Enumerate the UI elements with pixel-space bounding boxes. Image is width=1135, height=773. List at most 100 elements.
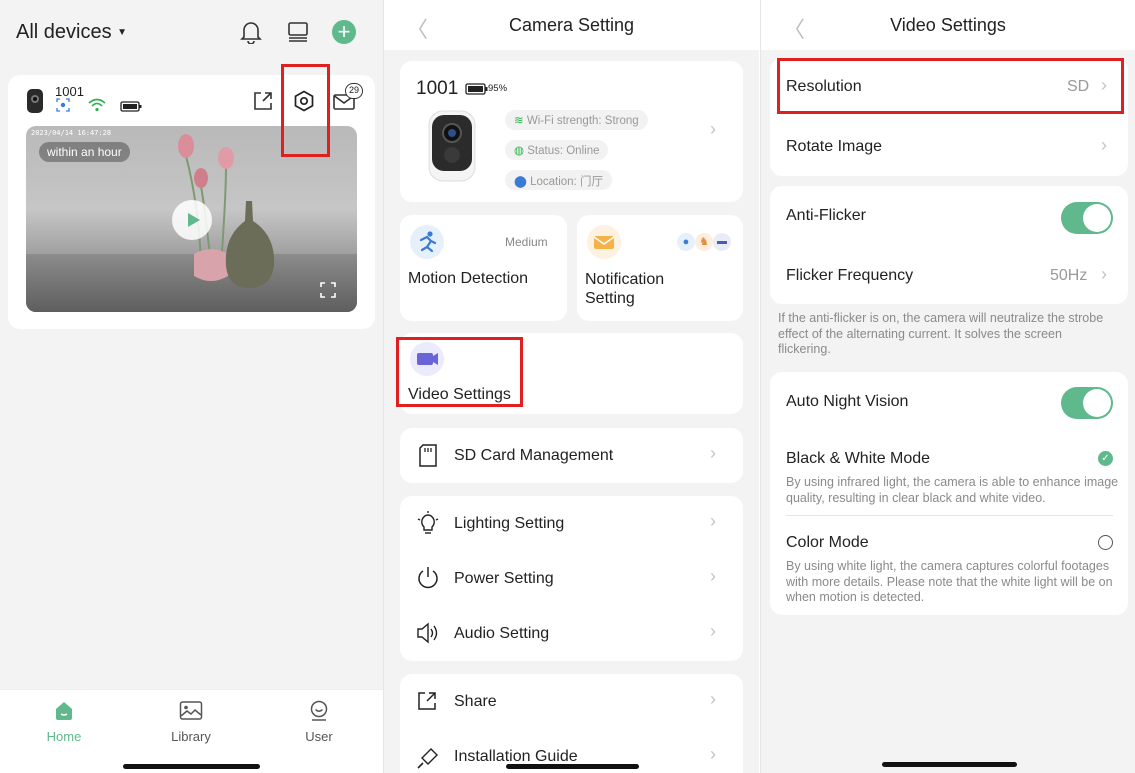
- chevron-right-icon: ›: [1101, 135, 1107, 155]
- color-mode-option[interactable]: Color Mode By using white light, the cam…: [770, 522, 1128, 607]
- chevron-right-icon: ›: [710, 443, 716, 463]
- battery-level: 95%: [488, 83, 508, 94]
- device-settings-group: Lighting Setting › Power Setting › Audio…: [400, 496, 743, 661]
- motion-level: Medium: [505, 235, 548, 249]
- flicker-frequency-row[interactable]: Flicker Frequency 50Hz ›: [770, 246, 1128, 304]
- tab-home-label: Home: [46, 729, 82, 744]
- notification-setting-card[interactable]: ● ♞ ▬ Notification Setting: [577, 215, 743, 321]
- envelope-icon: [593, 236, 615, 249]
- chevron-right-icon: ›: [710, 744, 716, 764]
- video-settings-panel: 〈 Video Settings Resolution SD › Rotate …: [760, 0, 1135, 773]
- home-indicator: [123, 764, 260, 769]
- device-name: 1001: [55, 84, 84, 99]
- device-name: 1001: [416, 78, 459, 99]
- anti-flicker-note: If the anti-flicker is on, the camera wi…: [778, 311, 1104, 356]
- home-header: All devices ▼ +: [0, 0, 383, 60]
- status-icon: ◍: [514, 145, 525, 157]
- highlight-settings-icon: [281, 64, 330, 157]
- bottom-tab-bar: Home Library User: [0, 689, 383, 773]
- audio-setting-row[interactable]: Audio Setting ›: [400, 606, 743, 661]
- bell-icon[interactable]: [240, 20, 262, 44]
- page-title: Video Settings: [890, 15, 1006, 35]
- wifi-strength-pill: ≋ Wi-Fi strength: Strong: [505, 110, 648, 130]
- color-mode-desc: By using white light, the camera capture…: [786, 559, 1113, 604]
- wifi-icon: ≋: [514, 115, 524, 127]
- page-title: Camera Setting: [508, 15, 635, 35]
- bw-mode-label: Black & White Mode: [786, 450, 931, 467]
- battery-icon: [120, 101, 142, 112]
- motion-detection-card[interactable]: Medium Motion Detection: [400, 215, 567, 321]
- anti-flicker-toggle[interactable]: [1061, 202, 1113, 234]
- library-icon: [179, 701, 203, 720]
- lighting-setting-label: Lighting Setting: [454, 515, 565, 532]
- message-count-badge: 29: [345, 83, 363, 99]
- audio-setting-label: Audio Setting: [454, 625, 550, 642]
- bw-mode-desc: By using infrared light, the camera is a…: [786, 475, 1119, 505]
- checkmark-selected-icon: ✓: [1098, 451, 1113, 466]
- anti-flicker-label: Anti-Flicker: [786, 207, 867, 224]
- location-pill: ⬤ Location: 门厅: [505, 170, 612, 190]
- wifi-strength-text: Wi-Fi strength: Strong: [526, 115, 639, 127]
- power-icon: [418, 567, 438, 589]
- preview-timestamp: 2023/04/14 16:47:28: [31, 129, 112, 137]
- chevron-right-icon: ›: [710, 621, 716, 641]
- night-vision-group: Auto Night Vision Black & White Mode ✓ B…: [770, 372, 1128, 615]
- anti-flicker-row: Anti-Flicker: [770, 186, 1128, 244]
- user-icon: [310, 700, 328, 721]
- battery-icon: [465, 83, 488, 95]
- wifi-icon: [88, 98, 106, 112]
- device-info-card[interactable]: 1001 95% ≋ Wi-Fi strength: Strong ◍ Stat…: [400, 61, 743, 202]
- devices-dropdown[interactable]: All devices ▼: [16, 21, 127, 44]
- power-setting-row[interactable]: Power Setting ›: [400, 551, 743, 606]
- tab-library[interactable]: Library: [161, 700, 221, 744]
- location-pin-icon: ⬤: [514, 176, 527, 188]
- chevron-right-icon: ›: [710, 511, 716, 531]
- fullscreen-icon[interactable]: [320, 282, 336, 298]
- tab-user[interactable]: User: [289, 700, 349, 744]
- notification-setting-label: Notification Setting: [585, 271, 665, 307]
- color-mode-label: Color Mode: [786, 534, 869, 551]
- multi-view-icon[interactable]: [287, 21, 309, 43]
- tab-user-label: User: [305, 729, 333, 744]
- camera-setting-panel: 〈 Camera Setting 1001 95% ≋ Wi-Fi streng…: [383, 0, 759, 773]
- lighting-setting-row[interactable]: Lighting Setting ›: [400, 496, 743, 551]
- add-device-button[interactable]: +: [332, 20, 356, 44]
- person-icon: ●: [677, 233, 695, 251]
- motion-detection-label: Motion Detection: [408, 270, 529, 287]
- status-text: Status: Online: [527, 145, 600, 157]
- share-icon[interactable]: [253, 91, 273, 111]
- light-bulb-icon: [417, 511, 439, 534]
- sd-card-icon: [419, 444, 437, 467]
- bw-mode-option[interactable]: Black & White Mode ✓ By using infrared l…: [770, 438, 1128, 514]
- play-button[interactable]: [172, 200, 212, 240]
- notification-type-icons: ● ♞ ▬: [677, 233, 735, 251]
- rotate-image-row[interactable]: Rotate Image ›: [770, 118, 1128, 176]
- location-text: Location: 门厅: [530, 176, 603, 188]
- misc-group: Share › Installation Guide ›: [400, 674, 743, 773]
- auto-night-vision-label: Auto Night Vision: [786, 393, 909, 410]
- chevron-right-icon: ›: [710, 566, 716, 586]
- notification-icon-bg: [587, 225, 621, 259]
- tab-library-label: Library: [171, 729, 211, 744]
- share-row[interactable]: Share ›: [400, 674, 743, 729]
- running-person-icon: [419, 231, 437, 253]
- sd-card-row[interactable]: SD Card Management ›: [400, 428, 743, 483]
- home-indicator: [506, 764, 639, 769]
- play-icon: [188, 213, 200, 227]
- highlight-resolution: [777, 58, 1124, 114]
- speaker-icon: [417, 622, 438, 644]
- tab-home[interactable]: Home: [34, 700, 94, 744]
- chevron-right-icon: ›: [1101, 264, 1107, 284]
- screwdriver-icon: [417, 748, 438, 769]
- auto-night-vision-toggle[interactable]: [1061, 387, 1113, 419]
- flicker-group: Anti-Flicker Flicker Frequency 50Hz ›: [770, 186, 1128, 304]
- chevron-right-icon: ›: [710, 689, 716, 709]
- flicker-frequency-label: Flicker Frequency: [786, 267, 914, 284]
- status-pill: ◍ Status: Online: [505, 140, 609, 160]
- motion-sensor-icon: [56, 98, 70, 112]
- video-settings-header: 〈 Video Settings: [761, 0, 1135, 50]
- camera-icon: [27, 89, 43, 113]
- pet-icon: ♞: [695, 233, 713, 251]
- chevron-right-icon: ›: [710, 119, 716, 139]
- flicker-frequency-value: 50Hz: [1050, 267, 1088, 284]
